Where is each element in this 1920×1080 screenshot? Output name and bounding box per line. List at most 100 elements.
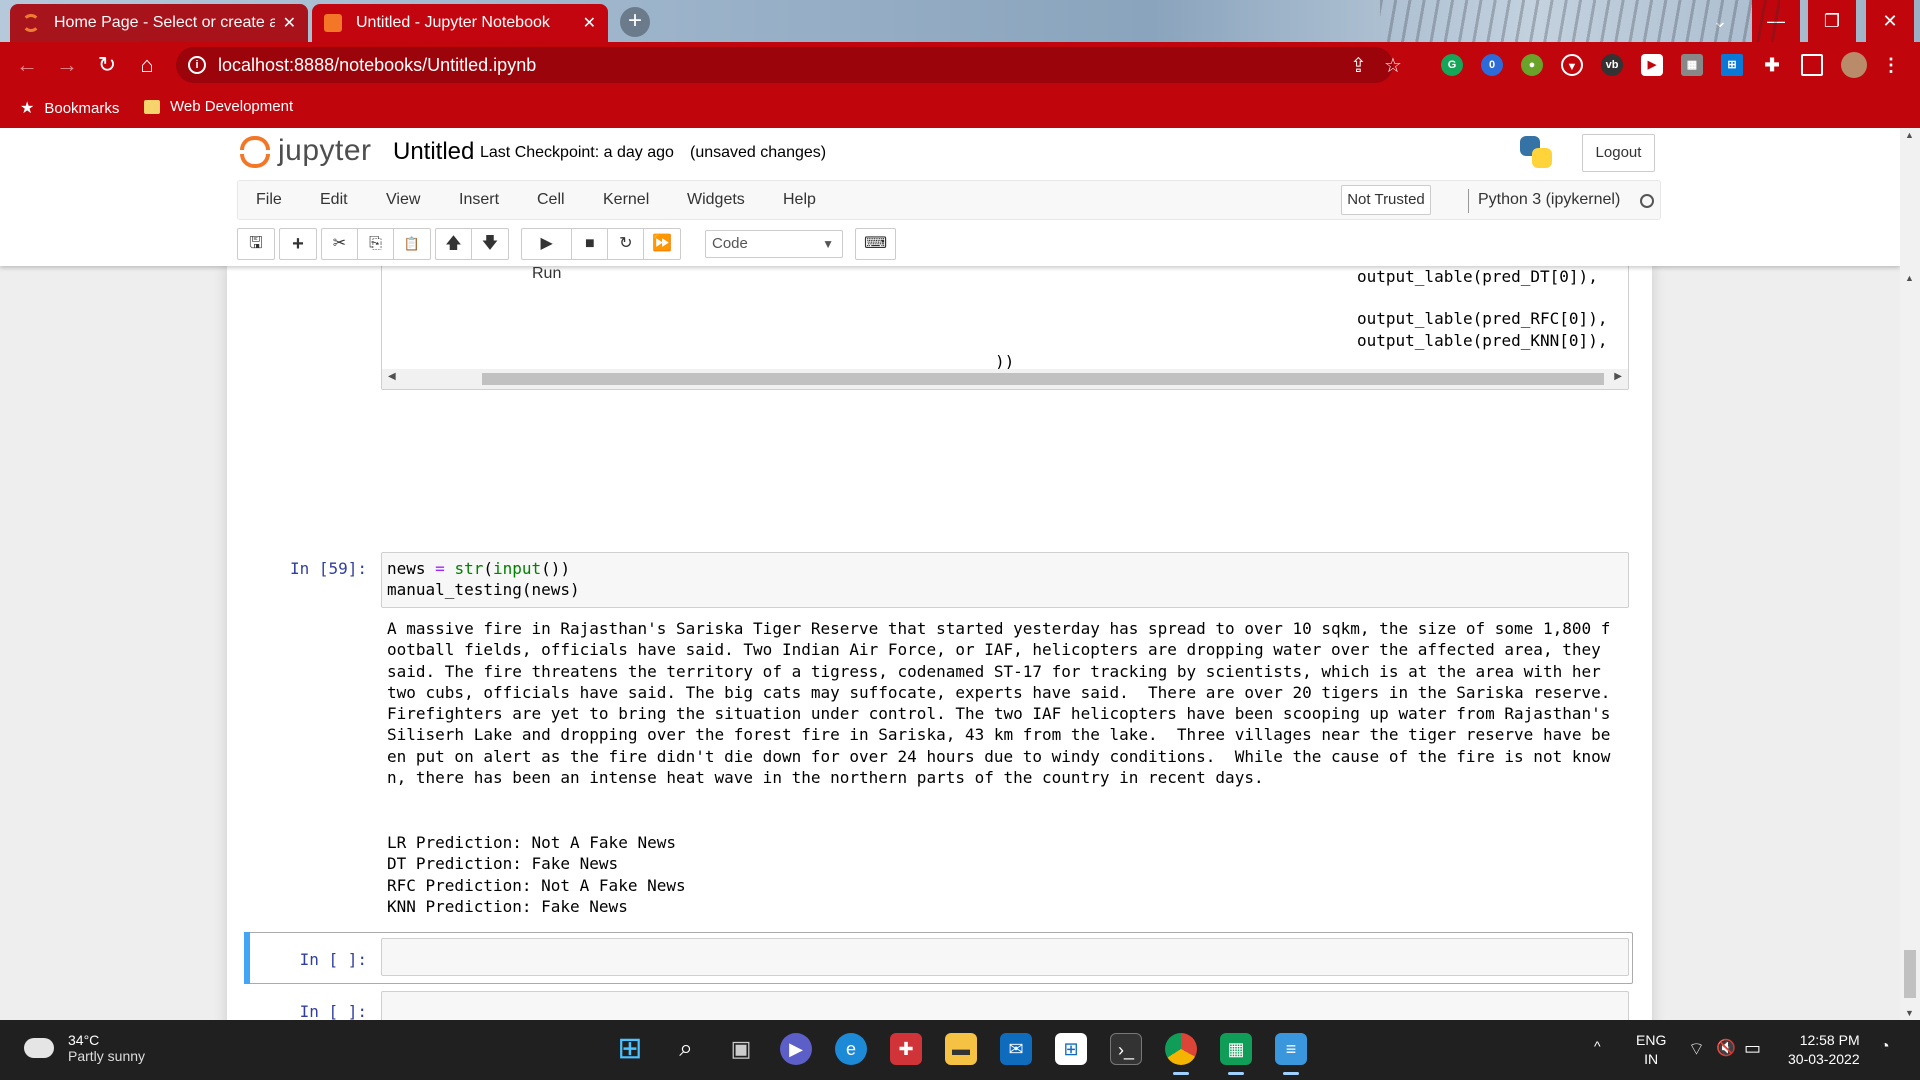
notepad-icon[interactable]: ≡ <box>1275 1033 1307 1075</box>
scroll-left-icon[interactable]: ◀ <box>388 371 396 382</box>
scrollbar-thumb[interactable] <box>482 373 1604 385</box>
terminal-icon[interactable]: ›_ <box>1110 1033 1142 1065</box>
profile-avatar[interactable] <box>1841 52 1867 78</box>
reload-icon[interactable]: ↻ <box>94 52 120 78</box>
windows-extension-icon[interactable]: ⊞ <box>1721 54 1743 76</box>
horizontal-scrollbar[interactable]: ◀ ▶ <box>382 369 1628 389</box>
paste-icon[interactable]: 📋 <box>394 229 430 259</box>
gift-app-icon[interactable]: ✚ <box>890 1033 922 1065</box>
menu-edit[interactable]: Edit <box>320 191 348 209</box>
forward-arrow-icon[interactable]: → <box>54 52 80 78</box>
page-vertical-scrollbar[interactable]: ▲ ▲ ▼ <box>1900 128 1920 1020</box>
scrollbar-thumb[interactable] <box>1904 950 1916 998</box>
bookmark-folder-web-development[interactable]: Web Development <box>144 98 293 115</box>
close-tab-icon[interactable]: ✕ <box>583 13 596 33</box>
url-text[interactable]: localhost:8888/notebooks/Untitled.ipynb <box>218 55 536 76</box>
file-explorer-icon[interactable]: ▬ <box>945 1033 977 1065</box>
move-up-icon[interactable]: 🡅 <box>436 229 472 259</box>
media-extension-icon[interactable]: ▶ <box>1641 54 1663 76</box>
jupyter-logo-icon <box>240 134 270 168</box>
bookmark-label: Bookmarks <box>44 99 120 117</box>
close-window-button[interactable]: ✕ <box>1866 0 1914 42</box>
jupyter-logo[interactable]: jupyter <box>240 134 372 168</box>
save-icon[interactable]: 🖫 <box>238 229 274 259</box>
empty-code-cell-input[interactable] <box>381 991 1629 1020</box>
side-panel-icon[interactable] <box>1801 54 1823 76</box>
language-indicator[interactable]: ENG IN <box>1636 1031 1666 1069</box>
notification-icon[interactable]: ◔ <box>1880 1038 1890 1056</box>
extension-icon[interactable]: ● <box>1521 54 1543 76</box>
address-bar[interactable]: i localhost:8888/notebooks/Untitled.ipyn… <box>176 47 1402 83</box>
stop-icon[interactable]: ■ <box>572 229 609 259</box>
vpn-extension-icon[interactable]: vb <box>1601 54 1623 76</box>
prediction-lr: LR Prediction: Not A Fake News <box>387 833 676 852</box>
tray-chevron-icon[interactable]: ^ <box>1594 1038 1601 1054</box>
shield-extension-icon[interactable]: ▼ <box>1561 54 1583 76</box>
scroll-right-icon[interactable]: ▶ <box>1614 371 1622 382</box>
menu-kernel[interactable]: Kernel <box>603 191 649 209</box>
sheets-icon[interactable]: ▦ <box>1220 1033 1252 1075</box>
move-down-icon[interactable]: 🡇 <box>472 229 508 259</box>
previous-cell-code[interactable]: output_lable(pred_DT[0]), output_lable(p… <box>381 266 1629 390</box>
mail-icon[interactable]: ✉ <box>1000 1033 1032 1065</box>
menu-view[interactable]: View <box>386 191 420 209</box>
close-tab-icon[interactable]: ✕ <box>283 13 296 33</box>
cell-output-text: A massive fire in Rajasthan's Sariska Ti… <box>387 619 1611 788</box>
edge-icon[interactable]: e <box>835 1033 867 1065</box>
tab-title: Home Page - Select or create a n <box>54 14 275 31</box>
extension-badge-icon[interactable]: 0 <box>1481 54 1503 76</box>
back-arrow-icon[interactable]: ← <box>14 52 40 78</box>
home-icon[interactable]: ⌂ <box>134 52 160 78</box>
code-cell-input[interactable]: news = str(input()) manual_testing(news) <box>381 552 1629 608</box>
weather-widget[interactable]: 34°C Partly sunny <box>20 1032 145 1064</box>
scroll-up-icon[interactable]: ▲ <box>1905 130 1914 140</box>
kernel-name[interactable]: Python 3 (ipykernel) <box>1478 191 1620 209</box>
empty-code-cell-input[interactable] <box>381 938 1629 976</box>
windows-start-icon[interactable]: ⊞ <box>614 1033 646 1065</box>
search-icon[interactable]: ⌕ <box>670 1033 702 1065</box>
bookmark-star-icon[interactable]: ☆ <box>1384 53 1402 78</box>
scroll-down-icon[interactable]: ▼ <box>1905 1008 1914 1018</box>
restore-button[interactable]: ❐ <box>1808 0 1856 42</box>
microsoft-store-icon[interactable]: ⊞ <box>1055 1033 1087 1065</box>
keyboard-shortcuts-icon[interactable]: ⌨ <box>856 229 895 259</box>
code-line-1: news = str(input()) <box>387 559 571 578</box>
chrome-icon[interactable] <box>1165 1033 1197 1075</box>
cell-type-value: Code <box>712 235 748 252</box>
screenshot-extension-icon[interactable]: ▦ <box>1681 54 1703 76</box>
copy-icon[interactable]: ⎘ <box>358 229 394 259</box>
menu-help[interactable]: Help <box>783 191 816 209</box>
tab-untitled-notebook[interactable]: Untitled - Jupyter Notebook ✕ <box>312 4 608 42</box>
logout-button[interactable]: Logout <box>1582 134 1655 172</box>
menu-cell[interactable]: Cell <box>537 191 565 209</box>
not-trusted-button[interactable]: Not Trusted <box>1341 185 1431 215</box>
bookmarks-menu[interactable]: ★ Bookmarks <box>20 98 119 118</box>
grammarly-extension-icon[interactable]: G <box>1441 54 1463 76</box>
restart-icon[interactable]: ↻ <box>608 229 645 259</box>
tab-search-chevron-icon[interactable]: ⌄ <box>1696 0 1744 42</box>
share-icon[interactable]: ⇪ <box>1350 53 1367 78</box>
inner-scroll-up-icon[interactable]: ▲ <box>1905 273 1914 283</box>
site-info-icon[interactable]: i <box>188 56 206 74</box>
notebook-name[interactable]: Untitled <box>393 138 474 166</box>
teams-chat-icon[interactable]: ▶ <box>780 1033 812 1065</box>
run-all-icon[interactable]: ⏩ <box>644 229 680 259</box>
browser-menu-icon[interactable]: ⋮ <box>1880 54 1902 76</box>
insert-cell-icon[interactable]: + <box>280 229 316 259</box>
task-view-icon[interactable]: ▣ <box>725 1033 757 1065</box>
minimize-button[interactable]: — <box>1752 0 1800 42</box>
cell-type-select[interactable]: Code ▼ <box>705 230 843 258</box>
menu-file[interactable]: File <box>256 191 282 209</box>
cut-icon[interactable]: ✂ <box>322 229 358 259</box>
volume-muted-icon[interactable]: 🔇 <box>1716 1038 1736 1058</box>
prediction-dt: DT Prediction: Fake News <box>387 854 619 873</box>
run-button[interactable]: ▶ Run <box>522 229 573 282</box>
menu-widgets[interactable]: Widgets <box>687 191 745 209</box>
tab-home-page[interactable]: Home Page - Select or create a n ✕ <box>10 4 308 42</box>
extensions-puzzle-icon[interactable]: ✚ <box>1761 54 1783 76</box>
menu-insert[interactable]: Insert <box>459 191 499 209</box>
new-tab-button[interactable]: + <box>620 7 650 37</box>
system-clock[interactable]: 12:58 PM 30-03-2022 <box>1788 1031 1860 1069</box>
battery-icon[interactable]: ▭ <box>1744 1038 1761 1059</box>
wifi-icon[interactable]: ⌔ <box>1688 1038 1705 1061</box>
